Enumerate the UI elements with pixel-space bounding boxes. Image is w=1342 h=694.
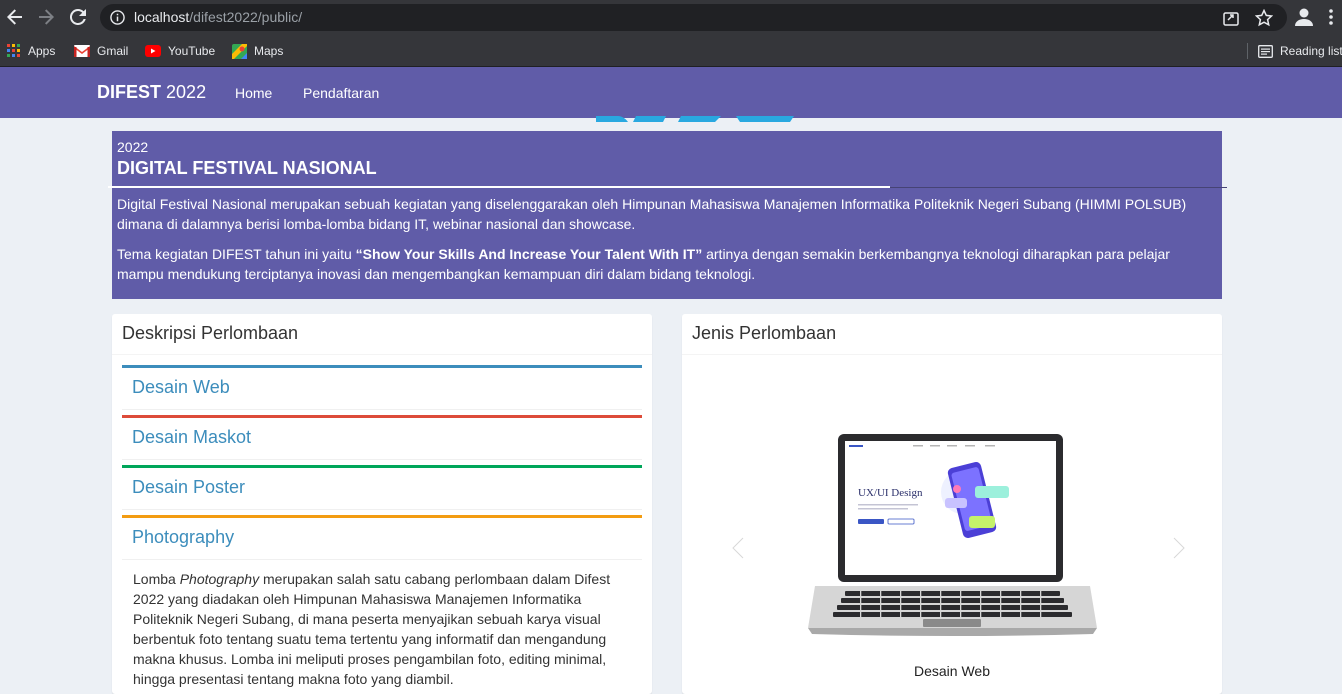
url-path: /difest2022/public/ xyxy=(189,9,303,25)
arrow-right-icon xyxy=(39,9,54,25)
arrow-left-icon xyxy=(7,9,22,25)
reading-list-label: Reading list xyxy=(1280,44,1342,58)
hero-banner: 2022 DIGITAL FESTIVAL NASIONAL Digital F… xyxy=(108,131,1227,299)
back-button[interactable] xyxy=(3,5,27,29)
accordion-title: Photography xyxy=(132,527,235,547)
accordion-desain-maskot[interactable]: Desain Maskot xyxy=(122,415,642,460)
accordion-title: Desain Maskot xyxy=(132,427,252,447)
reading-list-button[interactable]: Reading list xyxy=(1258,41,1342,61)
nav-link-home[interactable]: Home xyxy=(235,85,272,101)
bookmark-label: Apps xyxy=(28,44,56,58)
box-header: Deskripsi Perlombaan xyxy=(112,314,652,355)
bookmark-star-icon[interactable] xyxy=(1255,9,1273,27)
competition-types-box: Jenis Perlombaan UX/UI Design Desain Web xyxy=(682,314,1222,694)
accordion-desain-web[interactable]: Desain Web xyxy=(122,365,642,410)
youtube-icon xyxy=(145,45,161,57)
site-navbar: DIFEST 2022 Home Pendaftaran xyxy=(0,67,1342,118)
competition-description-box: Deskripsi Perlombaan Desain Web Desain M… xyxy=(112,314,652,694)
hero-divider xyxy=(108,186,890,188)
share-icon[interactable] xyxy=(1222,9,1240,27)
bookmark-label: Gmail xyxy=(97,44,129,58)
bookmark-label: Maps xyxy=(254,44,284,58)
carousel-caption: Desain Web xyxy=(913,663,990,679)
browser-menu-icon[interactable] xyxy=(1326,5,1336,29)
theme-intro: Tema kegiatan DIFEST tahun ini yaitu xyxy=(117,246,356,262)
accordion-desain-poster[interactable]: Desain Poster xyxy=(122,465,642,510)
bookmarks-bar: Apps Gmail YouTube Maps Reading list xyxy=(0,35,1342,67)
info-icon[interactable] xyxy=(110,10,125,25)
nav-link-pendaftaran[interactable]: Pendaftaran xyxy=(303,85,379,101)
bookmark-label: YouTube xyxy=(168,44,216,58)
gmail-icon xyxy=(74,45,90,57)
reload-button[interactable] xyxy=(66,5,90,29)
photography-description: Lomba Photography merupakan salah satu c… xyxy=(133,569,633,689)
url-text[interactable]: localhost/difest2022/public/ xyxy=(134,9,302,25)
profile-icon[interactable] xyxy=(1292,5,1316,29)
forward-button[interactable] xyxy=(34,5,58,29)
hero-year: 2022 xyxy=(117,139,149,155)
box-title: Jenis Perlombaan xyxy=(692,323,837,343)
theme-quote: “Show Your Skills And Increase Your Tale… xyxy=(355,246,703,262)
site-logo-image xyxy=(596,116,794,122)
bookmarks-divider xyxy=(1247,43,1248,59)
body-intro: Lomba xyxy=(133,571,180,587)
bookmark-gmail[interactable]: Gmail xyxy=(74,41,128,61)
hero-description: Digital Festival Nasional merupakan sebu… xyxy=(117,196,1187,232)
brand-year: 2022 xyxy=(166,82,207,102)
hero-title: DIGITAL FESTIVAL NASIONAL xyxy=(117,158,377,178)
box-title: Deskripsi Perlombaan xyxy=(122,323,299,343)
bookmark-maps[interactable]: Maps xyxy=(232,41,283,61)
apps-grid-icon xyxy=(7,44,20,57)
site-brand[interactable]: DIFEST 2022 xyxy=(97,82,206,103)
maps-icon xyxy=(232,43,247,59)
url-host: localhost xyxy=(134,9,190,25)
carousel-next-icon[interactable] xyxy=(1172,536,1186,560)
slide-screen-heading: UX/UI Design xyxy=(858,487,923,499)
body-emphasis: Photography xyxy=(179,571,260,587)
reading-list-icon xyxy=(1258,44,1273,58)
box-header: Jenis Perlombaan xyxy=(682,314,1222,355)
address-bar[interactable]: localhost/difest2022/public/ xyxy=(100,4,1287,31)
bookmark-youtube[interactable]: YouTube xyxy=(145,41,215,61)
browser-toolbar: localhost/difest2022/public/ xyxy=(0,0,1342,35)
laptop-slide-image: UX/UI Design xyxy=(808,434,1097,636)
hero-theme-text: Tema kegiatan DIFEST tahun ini yaitu “Sh… xyxy=(117,244,1207,284)
competition-carousel: UX/UI Design Desain Web xyxy=(682,356,1222,694)
accordion-title: Desain Web xyxy=(132,377,230,397)
brand-bold: DIFEST xyxy=(97,82,162,102)
carousel-prev-icon[interactable] xyxy=(731,536,745,560)
reload-icon xyxy=(70,9,86,25)
hero-divider-shadow xyxy=(890,187,1227,188)
body-rest: merupakan salah satu cabang perlombaan d… xyxy=(133,571,611,687)
bookmark-apps[interactable]: Apps xyxy=(7,41,55,61)
accordion-title: Desain Poster xyxy=(132,477,246,497)
accordion-photography[interactable]: Photography xyxy=(122,515,642,560)
